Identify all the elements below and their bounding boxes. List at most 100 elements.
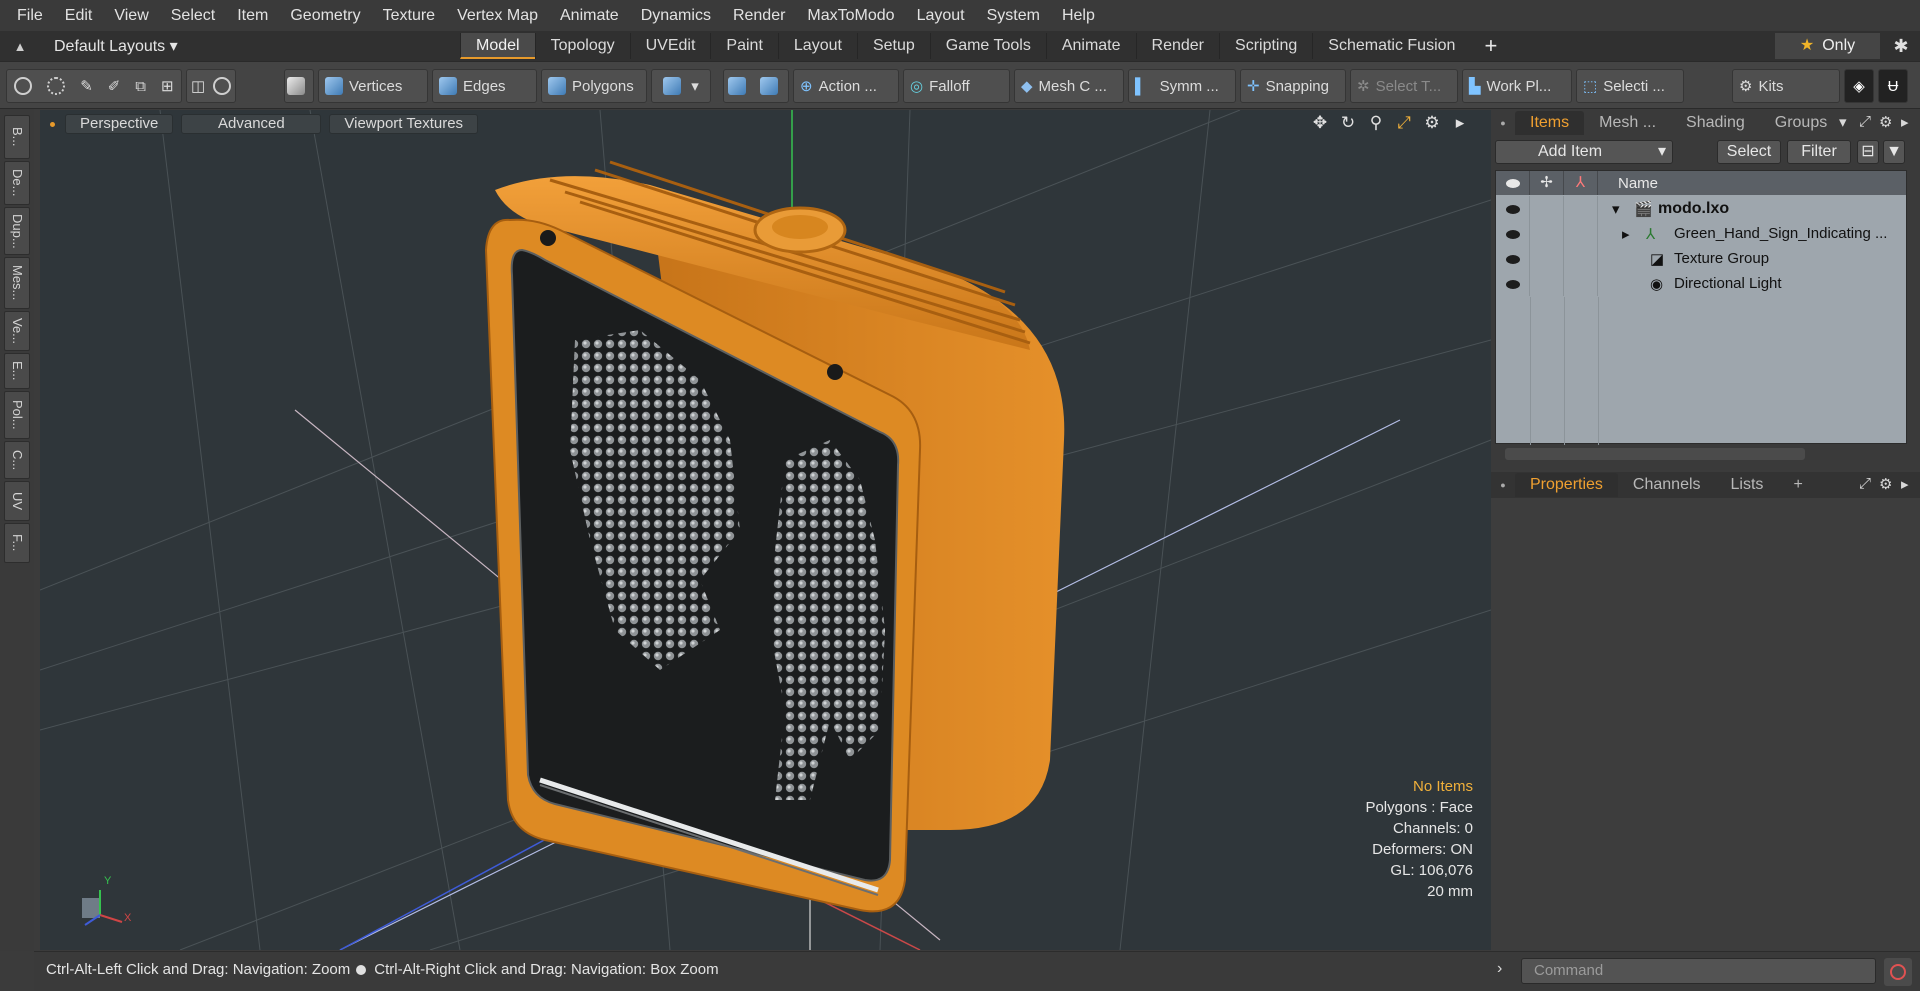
tab-topology[interactable]: Topology [534, 33, 630, 59]
symmetry-button[interactable]: ▌ Symm ... [1128, 69, 1236, 103]
work-plane-button[interactable]: ▙ Work Pl... [1462, 69, 1572, 103]
unreal-button[interactable]: Ʉ [1878, 69, 1908, 103]
only-toggle[interactable]: ★ Only [1775, 33, 1880, 59]
left-tab-edge[interactable]: E... [4, 353, 30, 389]
expand-arrow-icon[interactable]: ▾ [1612, 200, 1620, 218]
lock-column-icon[interactable]: ✢ [1530, 171, 1564, 195]
panel-dot-icon[interactable]: ● [1491, 118, 1515, 128]
3d-viewport[interactable]: Perspective Advanced Viewport Textures ✥… [40, 110, 1491, 950]
frame-icon[interactable]: ◫ [191, 77, 205, 95]
add-panel-tab-plus-icon[interactable]: + [1778, 473, 1817, 497]
grid-icon[interactable]: ⊞ [161, 77, 174, 95]
tab-uvedit[interactable]: UVEdit [629, 33, 711, 59]
menu-view[interactable]: View [103, 0, 159, 31]
select-button[interactable]: Select [1717, 140, 1781, 164]
select-through-button[interactable]: ✲ Select T... [1350, 69, 1458, 103]
menu-dynamics[interactable]: Dynamics [630, 0, 722, 31]
command-input[interactable]: Command [1521, 958, 1876, 984]
sphere-icon[interactable] [213, 77, 232, 95]
kits-button[interactable]: ⚙ Kits [1732, 69, 1840, 103]
globe-icon[interactable] [47, 77, 66, 95]
item-mode-button[interactable] [284, 69, 314, 103]
panel-arrow-icon[interactable]: ▸ [1901, 113, 1909, 131]
tab-layout[interactable]: Layout [777, 33, 857, 59]
add-tab-plus-icon[interactable]: + [1470, 33, 1511, 59]
eye-icon[interactable] [1496, 196, 1530, 221]
mesh-constraints-button[interactable]: ◆ Mesh C ... [1014, 69, 1124, 103]
tab-paint[interactable]: Paint [710, 33, 777, 59]
panel-dot-icon[interactable]: ● [1491, 480, 1515, 490]
filter-button[interactable]: Filter [1787, 140, 1851, 164]
material-mode-dropdown[interactable]: ▾ [651, 69, 711, 103]
eye-icon[interactable] [1496, 246, 1530, 271]
left-tab-fusion[interactable]: F... [4, 523, 30, 563]
menu-animate[interactable]: Animate [549, 0, 630, 31]
name-column-header[interactable]: Name [1598, 175, 1658, 192]
menu-edit[interactable]: Edit [54, 0, 104, 31]
tab-shading[interactable]: Shading [1671, 111, 1760, 135]
menu-item[interactable]: Item [226, 0, 279, 31]
zoom-magnifier-icon[interactable]: ⚲ [1365, 113, 1387, 133]
eye-icon[interactable] [1496, 271, 1530, 296]
viewport-gear-icon[interactable]: ⚙ [1421, 113, 1443, 133]
eye-icon[interactable] [1496, 221, 1530, 246]
circle-select-icon[interactable] [14, 77, 33, 95]
pen-icon[interactable]: ✎ [80, 77, 93, 95]
lasso-icon[interactable]: ✐ [108, 77, 121, 95]
link-icon[interactable]: ⧉ [135, 78, 146, 95]
add-item-button[interactable]: Add Item ▾ [1495, 140, 1673, 164]
tab-mesh[interactable]: Mesh ... [1584, 111, 1671, 135]
tree-horizontal-scrollbar[interactable] [1505, 448, 1805, 460]
left-tab-mesh-edit[interactable]: Mes... [4, 257, 30, 309]
tab-setup[interactable]: Setup [856, 33, 930, 59]
panel-gear-icon[interactable]: ⚙ [1879, 475, 1892, 493]
left-tab-deform[interactable]: De... [4, 161, 30, 205]
unity-button[interactable]: ◈ [1844, 69, 1874, 103]
maximize-icon[interactable]: ⤢ [1393, 113, 1415, 133]
tab-groups[interactable]: Groups [1760, 111, 1842, 135]
edges-button[interactable]: Edges [432, 69, 537, 103]
vertices-button[interactable]: Vertices [318, 69, 428, 103]
tab-render[interactable]: Render [1135, 33, 1219, 59]
left-tab-duplicate[interactable]: Dup... [4, 207, 30, 255]
tree-row-mesh[interactable]: ▸ ⅄ Green_Hand_Sign_Indicating ... [1496, 221, 1906, 246]
menu-select[interactable]: Select [160, 0, 226, 31]
menu-layout[interactable]: Layout [906, 0, 976, 31]
polygons-button[interactable]: Polygons [541, 69, 647, 103]
left-tab-basic[interactable]: B... [4, 115, 30, 159]
perspective-view-button[interactable]: Perspective [65, 114, 174, 134]
rotate-icon[interactable]: ↻ [1337, 113, 1359, 133]
menu-file[interactable]: File [6, 0, 54, 31]
tab-properties[interactable]: Properties [1515, 473, 1618, 497]
shield-icon[interactable] [728, 77, 746, 95]
action-center-button[interactable]: ⊕ Action ... [793, 69, 899, 103]
tab-game-tools[interactable]: Game Tools [929, 33, 1046, 59]
visibility-column-eye-icon[interactable] [1496, 171, 1530, 195]
left-tab-uv[interactable]: UV [4, 481, 30, 521]
tree-row-scene[interactable]: ▾ 🎬 modo.lxo [1496, 196, 1906, 221]
collapse-icon[interactable]: ⊟ [1857, 140, 1879, 164]
tab-scripting[interactable]: Scripting [1219, 33, 1312, 59]
menu-system[interactable]: System [976, 0, 1051, 31]
panel-expand-icon[interactable]: ⤢ [1859, 113, 1871, 130]
left-tab-vertex[interactable]: Ve... [4, 311, 30, 351]
snapping-button[interactable]: ✛ Snapping [1240, 69, 1346, 103]
menu-help[interactable]: Help [1051, 0, 1106, 31]
selection-sets-button[interactable]: ⬚ Selecti ... [1576, 69, 1684, 103]
menu-maxtomodo[interactable]: MaxToModo [796, 0, 905, 31]
panel-gear-icon[interactable]: ⚙ [1879, 113, 1892, 131]
left-tab-curve[interactable]: C... [4, 441, 30, 479]
panel-dropdown-icon[interactable]: ▾ [1839, 113, 1847, 131]
default-layouts-dropdown[interactable]: Default Layouts ▾ [40, 36, 460, 56]
falloff-button[interactable]: ◎ Falloff [903, 69, 1010, 103]
tab-animate[interactable]: Animate [1045, 33, 1136, 59]
menu-texture[interactable]: Texture [372, 0, 446, 31]
panel-arrow-icon[interactable]: ▸ [1901, 475, 1909, 493]
menu-render[interactable]: Render [722, 0, 796, 31]
left-tab-polygon[interactable]: Pol... [4, 391, 30, 439]
expand-arrow-icon[interactable]: ▸ [1622, 225, 1630, 243]
axis-column-icon[interactable]: ⅄ [1564, 171, 1598, 195]
advanced-shading-button[interactable]: Advanced [181, 114, 322, 134]
tab-lists[interactable]: Lists [1716, 473, 1779, 497]
panel-expand-icon[interactable]: ⤢ [1859, 475, 1871, 492]
